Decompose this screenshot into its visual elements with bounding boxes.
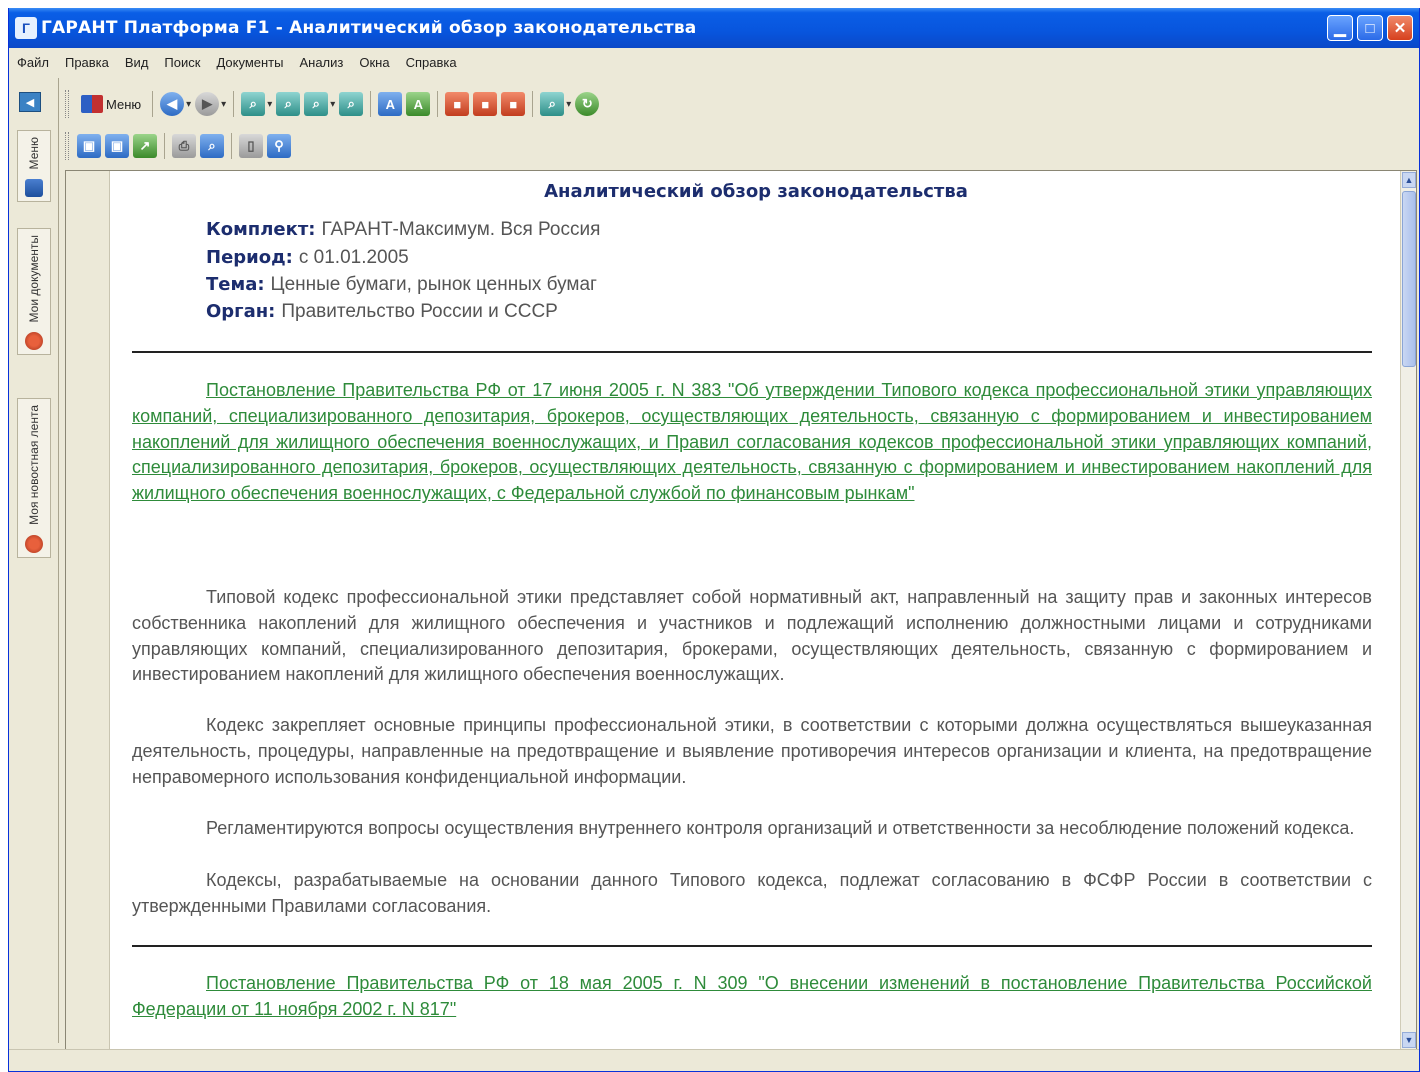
sidebar-tab-label: Меню	[27, 137, 41, 170]
document-area: Аналитический обзор законодательства Ком…	[65, 170, 1417, 1050]
forward-dropdown-icon[interactable]: ▾	[221, 99, 226, 110]
close-icon[interactable]: ✕	[1387, 15, 1413, 41]
copy-icon[interactable]: ▯	[239, 134, 263, 158]
document-toolbar: ▣ ▣ ↗ ⎙ ⌕ ▯ ⚲	[65, 128, 291, 164]
bookmark-icon[interactable]: ■	[445, 92, 470, 116]
toolbar-separator	[532, 91, 534, 117]
document-link[interactable]: Постановление Правительства РФ от 18 мая…	[132, 973, 1372, 1019]
meta-value: ГАРАНТ-Максимум. Вся Россия	[321, 219, 601, 240]
back-dropdown-icon[interactable]: ▾	[186, 99, 191, 110]
document-list-icon[interactable]: ■	[501, 92, 526, 116]
title-bar[interactable]: Г ГАРАНТ Платформа F1 - Аналитический об…	[9, 8, 1419, 48]
document-page[interactable]: Аналитический обзор законодательства Ком…	[110, 171, 1402, 1049]
menu-file[interactable]: Файл	[9, 55, 57, 70]
document-link-paragraph: Постановление Правительства РФ от 18 мая…	[132, 971, 1372, 1023]
document-margin	[66, 171, 110, 1049]
document-title: Аналитический обзор законодательства	[544, 181, 968, 202]
sidebar-tab-my-documents[interactable]: Мои документы	[17, 228, 51, 356]
meta-label: Тема:	[206, 274, 265, 295]
attribute-search-dropdown-icon[interactable]: ▾	[267, 99, 272, 110]
garant-flag-icon	[81, 95, 103, 113]
find-in-text-icon[interactable]: ⚲	[267, 134, 291, 158]
menu-view[interactable]: Вид	[117, 55, 157, 70]
filter-dropdown-icon[interactable]: ▾	[566, 99, 571, 110]
refresh-icon[interactable]: ↻	[575, 92, 600, 116]
review-paragraph: Типовой кодекс профессиональной этики пр…	[132, 587, 1372, 685]
main-toolbar: Меню ◀ ▾ ▶ ▾ ⌕ ▾ ⌕ ⌕ ▾ ⌕ A A ■ ■ ■ ⌕ ▾ ↻	[65, 86, 600, 122]
main-menu-button[interactable]: Меню	[77, 95, 145, 113]
back-icon[interactable]: ◀	[160, 92, 185, 116]
meta-authority: Орган: Правительство России и СССР	[206, 301, 558, 323]
print-preview-icon[interactable]: ⌕	[200, 134, 224, 158]
vertical-scrollbar[interactable]: ▲ ▼	[1400, 171, 1416, 1049]
toolbar-grip[interactable]	[65, 132, 69, 160]
toolbar-grip[interactable]	[65, 90, 69, 118]
menu-search[interactable]: Поиск	[156, 55, 208, 70]
main-menu-label: Меню	[106, 96, 142, 112]
document-link[interactable]: Постановление Правительства РФ от 17 июн…	[132, 380, 1372, 503]
panel-toggle-icon[interactable]: ◀	[19, 92, 41, 112]
review-paragraph: Кодекс закрепляет основные принципы проф…	[132, 715, 1372, 787]
meta-period: Период: с 01.01.2005	[206, 247, 409, 269]
menu-bar: Файл Правка Вид Поиск Документы Анализ О…	[9, 50, 1419, 74]
document-link-paragraph: Постановление Правительства РФ от 17 июн…	[132, 378, 1372, 507]
maximize-icon[interactable]: □	[1357, 15, 1383, 41]
attribute-search-icon[interactable]: ⌕	[241, 92, 266, 116]
save-as-icon[interactable]: ▣	[105, 134, 129, 158]
app-window: Г ГАРАНТ Платформа F1 - Аналитический об…	[8, 8, 1420, 1072]
meta-topic: Тема: Ценные бумаги, рынок ценных бумаг	[206, 274, 597, 296]
menu-windows[interactable]: Окна	[351, 55, 397, 70]
toolbar-separator	[437, 91, 439, 117]
scroll-up-icon[interactable]: ▲	[1402, 172, 1416, 188]
menu-help[interactable]: Справка	[398, 55, 465, 70]
toolbar-separator	[231, 133, 232, 159]
scrollbar-thumb[interactable]	[1402, 191, 1416, 367]
meta-value: с 01.01.2005	[298, 247, 409, 268]
menu-icon	[25, 179, 43, 198]
toolbar-separator	[152, 91, 154, 117]
folder-icon[interactable]: ■	[473, 92, 498, 116]
export-icon[interactable]: ↗	[133, 134, 157, 158]
window-title: ГАРАНТ Платформа F1 - Аналитический обзо…	[41, 18, 697, 38]
side-panel: ◀ Меню Мои документы Моя новостная лента	[9, 78, 59, 1043]
forward-icon[interactable]: ▶	[195, 92, 220, 116]
search-dropdown-icon[interactable]: ▾	[330, 99, 335, 110]
meta-value: Ценные бумаги, рынок ценных бумаг	[270, 274, 597, 295]
meta-value: Правительство России и СССР	[281, 301, 558, 322]
font-increase-icon[interactable]: A	[378, 92, 403, 116]
toolbar-separator	[164, 133, 165, 159]
my-documents-icon	[25, 332, 43, 351]
meta-set: Комплект: ГАРАНТ-Максимум. Вся Россия	[206, 219, 600, 241]
sidebar-tab-label: Мои документы	[27, 235, 41, 323]
filter-icon[interactable]: ⌕	[540, 92, 565, 116]
meta-label: Орган:	[206, 301, 276, 322]
sidebar-tab-news-feed[interactable]: Моя новостная лента	[17, 398, 51, 558]
toolbar-separator	[370, 91, 372, 117]
review-paragraph: Регламентируются вопросы осуществления в…	[206, 818, 1355, 838]
print-icon[interactable]: ⎙	[172, 134, 196, 158]
save-icon[interactable]: ▣	[77, 134, 101, 158]
sidebar-tab-label: Моя новостная лента	[27, 405, 41, 525]
garant-app-icon[interactable]: Г	[15, 17, 37, 39]
menu-analysis[interactable]: Анализ	[291, 55, 351, 70]
minimize-icon[interactable]: ▁	[1327, 15, 1353, 41]
basic-search-icon[interactable]: ⌕	[339, 92, 364, 116]
toolbar-separator	[233, 91, 235, 117]
review-paragraph: Кодексы, разрабатываемые на основании да…	[132, 870, 1372, 916]
requisite-search-icon[interactable]: ⌕	[304, 92, 329, 116]
meta-label: Период:	[206, 247, 293, 268]
menu-documents[interactable]: Документы	[208, 55, 291, 70]
status-bar	[9, 1049, 1419, 1071]
section-divider	[132, 945, 1372, 947]
window-controls: ▁ □ ✕	[1327, 15, 1413, 41]
news-feed-icon	[25, 534, 43, 553]
situation-search-icon[interactable]: ⌕	[276, 92, 301, 116]
font-decrease-icon[interactable]: A	[406, 92, 431, 116]
sidebar-tab-menu[interactable]: Меню	[17, 130, 51, 203]
scroll-down-icon[interactable]: ▼	[1402, 1032, 1416, 1048]
meta-label: Комплект:	[206, 219, 316, 240]
menu-edit[interactable]: Правка	[57, 55, 117, 70]
section-divider	[132, 351, 1372, 353]
